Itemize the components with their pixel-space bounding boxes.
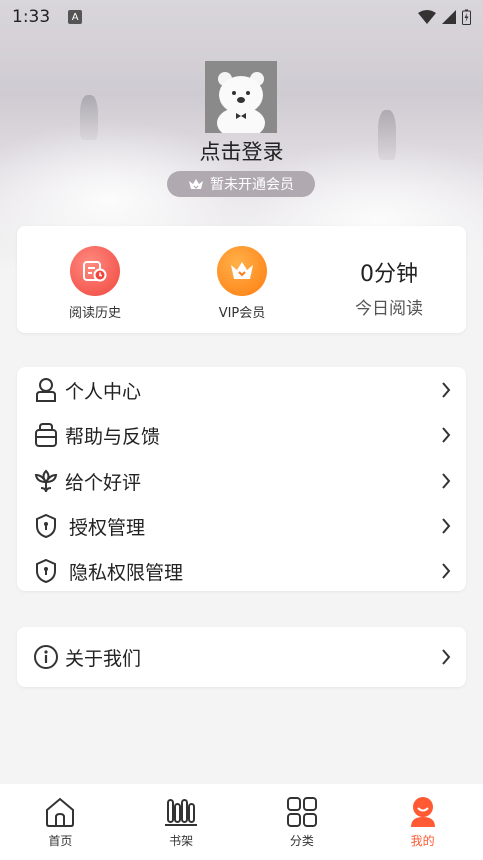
shield-icon [33,558,59,584]
vip-status-text: 暂未开通会员 [210,177,294,193]
battery-icon [462,9,471,25]
info-icon [33,644,59,670]
nav-bookshelf[interactable]: 书架 [121,784,242,860]
chevron-right-icon [438,516,454,536]
reading-history-button[interactable]: 阅读历史 [20,226,170,333]
menu-item-label: 授权管理 [69,516,146,539]
nav-label: 首页 [48,834,73,848]
stats-card: 阅读历史 VIP会员 0分钟 今日阅读 [17,226,466,333]
help-icon [33,422,59,448]
bear-avatar-icon [205,61,277,133]
flower-icon [33,468,59,494]
history-label: 阅读历史 [68,306,121,321]
today-reading-value: 0分钟 [360,262,418,287]
signal-icon [442,10,456,24]
menu-item-rate-us[interactable]: 给个好评 [17,458,466,504]
bookshelf-icon [163,794,199,830]
menu-item-label: 个人中心 [65,380,142,403]
chevron-right-icon [438,561,454,581]
vip-label: VIP会员 [218,306,266,321]
menu-item-label: 隐私权限管理 [69,561,184,584]
nav-home[interactable]: 首页 [0,784,121,860]
nav-label: 分类 [289,834,314,848]
grid-icon [284,794,320,830]
person-icon [33,377,59,403]
history-icon [83,261,107,282]
chevron-right-icon [438,425,454,445]
settings-menu: 个人中心 帮助与反馈 给个好评 授权管理 隐私权限管理 [17,367,466,591]
notification-badge: A [68,10,83,24]
vip-status-badge[interactable]: 暂未开通会员 [167,171,315,197]
status-time: 1:33 [12,7,51,27]
history-icon-circle [70,246,120,296]
crown-icon [189,179,203,189]
shield-icon [33,513,59,539]
today-reading-stat: 0分钟 今日阅读 [314,226,464,333]
menu-item-help-feedback[interactable]: 帮助与反馈 [17,412,466,458]
vip-member-button[interactable]: VIP会员 [167,226,317,333]
nav-label: 我的 [410,834,435,848]
menu-item-about-us[interactable]: 关于我们 [17,634,466,680]
chevron-right-icon [438,471,454,491]
avatar[interactable] [205,61,277,133]
status-bar: 1:33 A [0,0,483,34]
menu-item-personal-center[interactable]: 个人中心 [17,367,466,413]
about-card: 关于我们 [17,627,466,687]
menu-item-label: 关于我们 [65,647,142,670]
nav-mine[interactable]: 我的 [362,784,483,860]
nav-label: 书架 [169,834,194,848]
home-icon [42,794,78,830]
vip-crown-icon [231,262,253,279]
nav-category[interactable]: 分类 [242,784,363,860]
bottom-nav: 首页 书架 分类 我的 [0,784,483,860]
menu-item-privacy-permissions[interactable]: 隐私权限管理 [17,548,466,594]
login-text[interactable]: 点击登录 [0,136,483,166]
chevron-right-icon [438,647,454,667]
menu-item-label: 帮助与反馈 [65,425,161,448]
vip-icon-circle [217,246,267,296]
menu-item-authorization[interactable]: 授权管理 [17,503,466,549]
rock-decoration [80,95,98,140]
wifi-icon [418,10,436,24]
chevron-right-icon [438,380,454,400]
today-reading-label: 今日阅读 [355,299,423,319]
user-icon [405,794,441,830]
menu-item-label: 给个好评 [65,471,142,494]
